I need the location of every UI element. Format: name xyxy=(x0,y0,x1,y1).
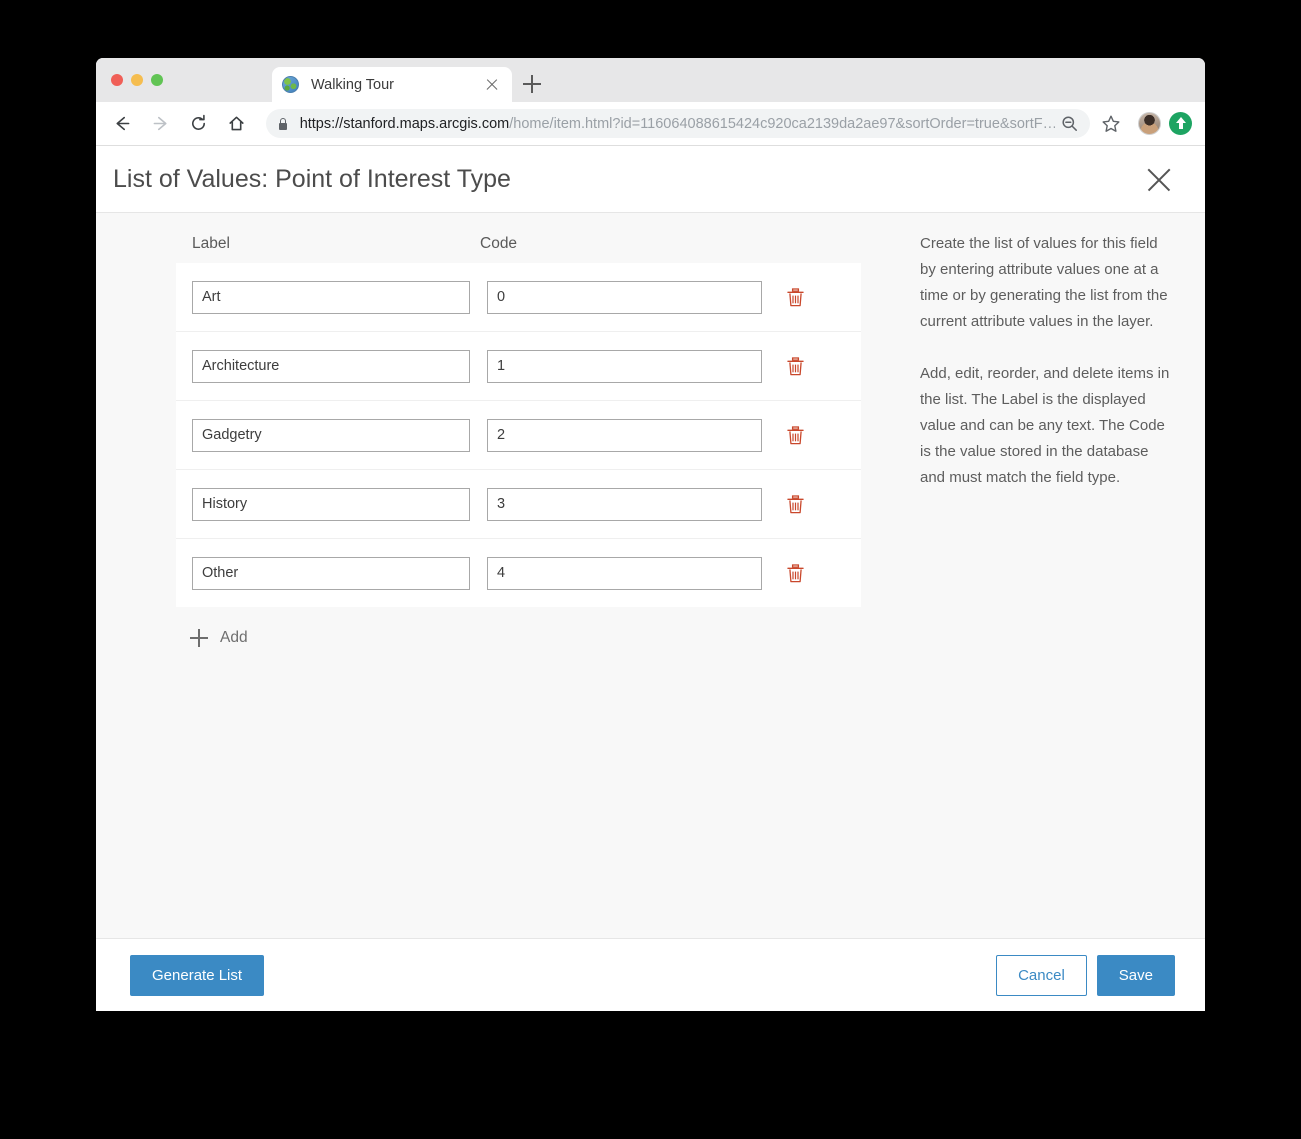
back-arrow-icon[interactable] xyxy=(108,109,138,139)
add-value-label: Add xyxy=(220,629,248,646)
column-header-code: Code xyxy=(480,235,518,252)
column-header-label: Label xyxy=(192,235,230,252)
forward-arrow-icon[interactable] xyxy=(146,109,176,139)
close-icon[interactable] xyxy=(482,75,502,95)
table-row xyxy=(176,332,861,400)
column-headers: Label Code xyxy=(176,213,861,263)
star-icon[interactable] xyxy=(1096,109,1126,139)
code-input[interactable] xyxy=(487,418,762,452)
save-button[interactable]: Save xyxy=(1096,955,1175,996)
update-arrow-icon[interactable] xyxy=(1169,112,1192,135)
window-traffic-lights xyxy=(111,74,163,86)
label-input[interactable] xyxy=(192,487,470,521)
table-row xyxy=(176,539,861,607)
cancel-button[interactable]: Cancel xyxy=(996,955,1087,996)
zoom-out-icon[interactable] xyxy=(1061,115,1078,132)
lock-icon xyxy=(278,117,289,130)
minimize-window-button[interactable] xyxy=(131,74,143,86)
help-panel: Create the list of values for this field… xyxy=(920,231,1172,491)
add-value-button[interactable]: Add xyxy=(176,607,264,647)
delete-icon[interactable] xyxy=(782,490,808,518)
label-input[interactable] xyxy=(192,418,470,452)
code-input[interactable] xyxy=(487,349,762,383)
dialog-header: List of Values: Point of Interest Type xyxy=(96,146,1205,213)
page-title: List of Values: Point of Interest Type xyxy=(113,164,511,193)
delete-icon[interactable] xyxy=(782,283,808,311)
maximize-window-button[interactable] xyxy=(151,74,163,86)
tab-title: Walking Tour xyxy=(311,76,395,93)
delete-icon[interactable] xyxy=(782,421,808,449)
url-text: https://stanford.maps.arcgis.com/home/it… xyxy=(300,116,1055,132)
delete-icon[interactable] xyxy=(782,352,808,380)
code-input[interactable] xyxy=(487,487,762,521)
plus-icon xyxy=(190,629,208,647)
generate-list-button[interactable]: Generate List xyxy=(130,955,265,996)
home-icon[interactable] xyxy=(222,109,252,139)
avatar[interactable] xyxy=(1138,112,1161,135)
label-input[interactable] xyxy=(192,280,470,314)
help-paragraph-2: Add, edit, reorder, and delete items in … xyxy=(920,365,1170,486)
code-input[interactable] xyxy=(487,280,762,314)
footer-actions: Cancel Save xyxy=(996,955,1175,996)
browser-toolbar: https://stanford.maps.arcgis.com/home/it… xyxy=(96,102,1205,146)
url-path: /home/item.html?id=116064088615424c920ca… xyxy=(509,115,1055,132)
label-input[interactable] xyxy=(192,349,470,383)
reload-icon[interactable] xyxy=(184,109,214,139)
table-row xyxy=(176,401,861,469)
new-tab-button[interactable] xyxy=(521,73,543,95)
delete-icon[interactable] xyxy=(782,559,808,587)
table-row xyxy=(176,470,861,538)
browser-tab-walking-tour[interactable]: Walking Tour xyxy=(272,67,512,102)
url-origin: https://stanford.maps.arcgis.com xyxy=(299,115,510,132)
browser-tabstrip: Walking Tour xyxy=(96,58,1205,102)
values-list xyxy=(176,263,861,607)
close-icon[interactable] xyxy=(1141,161,1177,197)
address-bar[interactable]: https://stanford.maps.arcgis.com/home/it… xyxy=(265,109,1090,138)
globe-icon xyxy=(282,76,299,93)
help-paragraph-1: Create the list of values for this field… xyxy=(920,235,1168,330)
dialog-body: Label Code Art 0 Architecture 1 Gadgetry… xyxy=(96,213,1205,938)
browser-window: Walking Tour https://stanford.maps.arcgi… xyxy=(96,58,1205,1011)
label-input[interactable] xyxy=(192,556,470,590)
dialog-footer: Generate List Cancel Save xyxy=(96,938,1205,1011)
table-row xyxy=(176,263,861,331)
code-input[interactable] xyxy=(487,556,762,590)
close-window-button[interactable] xyxy=(111,74,123,86)
screenshot-stage: Walking Tour https://stanford.maps.arcgi… xyxy=(0,0,1301,1139)
app-content: List of Values: Point of Interest Type L… xyxy=(96,146,1205,1011)
values-editor: Label Code Art 0 Architecture 1 Gadgetry… xyxy=(176,213,861,647)
